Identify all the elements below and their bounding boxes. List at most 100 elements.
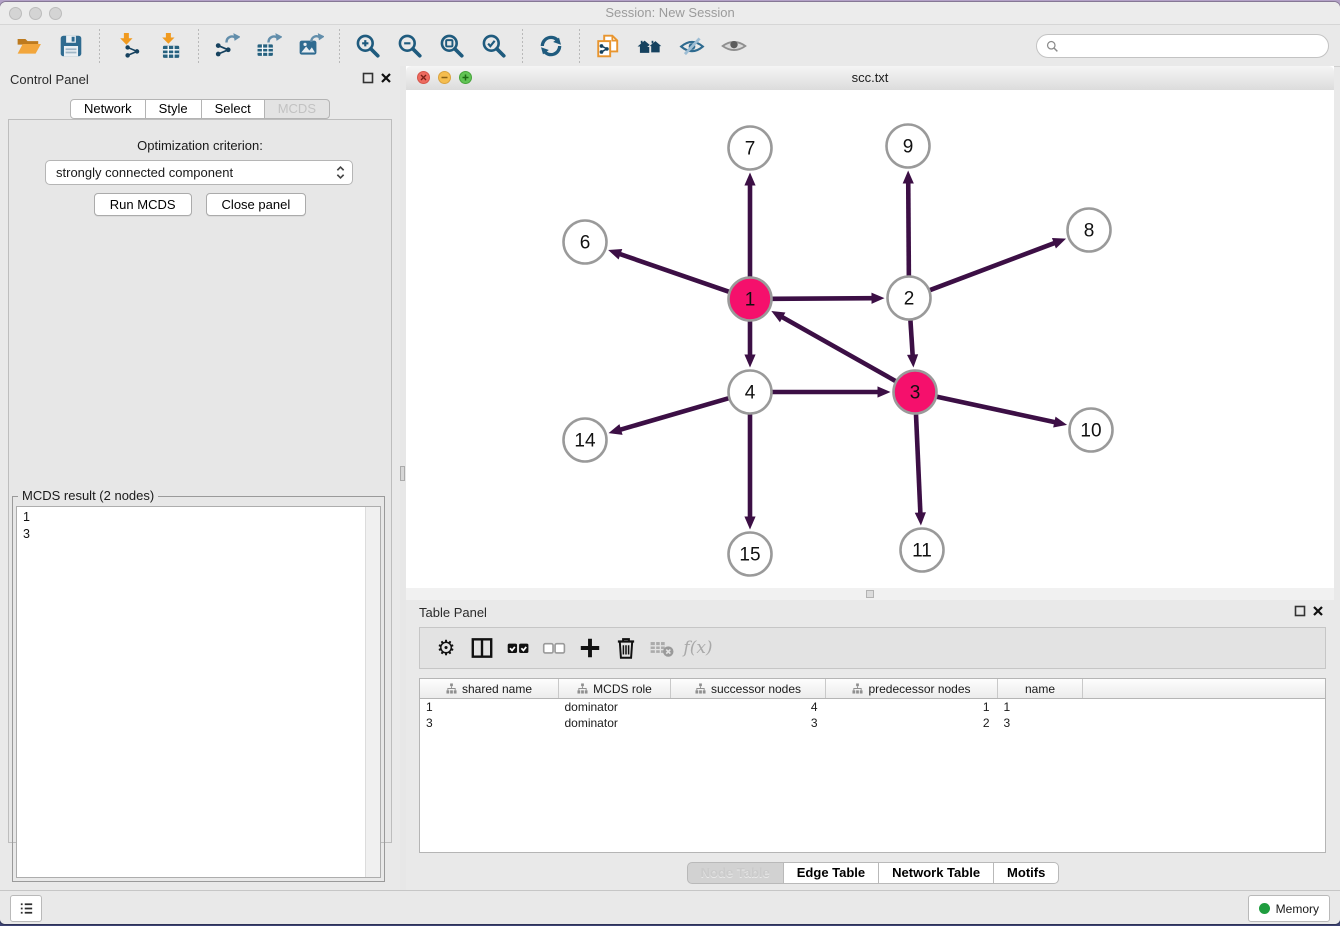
tab-motifs[interactable]: Motifs bbox=[993, 862, 1059, 884]
node-1[interactable]: 1 bbox=[729, 278, 772, 321]
tab-edge-table[interactable]: Edge Table bbox=[783, 862, 879, 884]
node-2[interactable]: 2 bbox=[888, 277, 931, 320]
cell[interactable]: 4 bbox=[671, 699, 826, 716]
svg-text:7: 7 bbox=[745, 139, 756, 160]
delete-table-button[interactable] bbox=[608, 631, 644, 665]
zoom-selected-icon bbox=[481, 33, 507, 59]
node-3[interactable]: 3 bbox=[894, 371, 937, 414]
arrowhead-icon bbox=[915, 512, 926, 525]
mcds-result-textarea[interactable]: 13 bbox=[16, 506, 381, 878]
network-canvas[interactable]: 7 9 6 8 1 2 4 3 14 10 15 11 bbox=[406, 90, 1334, 588]
cell[interactable]: 1 bbox=[998, 699, 1083, 716]
cell[interactable]: 3 bbox=[420, 715, 559, 731]
import-network-button[interactable] bbox=[108, 28, 148, 64]
table-settings-button[interactable]: ⚙ bbox=[428, 631, 464, 665]
tab-node-table[interactable]: Node Table bbox=[687, 862, 784, 884]
column-header-MCDS-role[interactable]: MCDS role bbox=[559, 679, 671, 699]
export-image-button[interactable] bbox=[291, 28, 331, 64]
cell[interactable]: 2 bbox=[826, 715, 998, 731]
cell[interactable]: dominator bbox=[559, 699, 671, 716]
column-header-shared-name[interactable]: shared name bbox=[420, 679, 559, 699]
delete-column-button[interactable] bbox=[644, 631, 680, 665]
node-8[interactable]: 8 bbox=[1068, 209, 1111, 252]
export-table-button[interactable] bbox=[249, 28, 289, 64]
cell[interactable]: 1 bbox=[420, 699, 559, 716]
table-close-panel-icon[interactable] bbox=[1312, 605, 1324, 617]
edge-3-11[interactable] bbox=[916, 414, 920, 514]
edge-1-6[interactable] bbox=[619, 254, 729, 292]
edge-2-3[interactable] bbox=[910, 320, 912, 356]
edge-4-14[interactable] bbox=[619, 398, 728, 430]
node-7[interactable]: 7 bbox=[729, 127, 772, 170]
zoom-selected-button[interactable] bbox=[474, 28, 514, 64]
result-scrollbar[interactable] bbox=[365, 507, 380, 877]
show-column-button[interactable] bbox=[464, 631, 500, 665]
node-11[interactable]: 11 bbox=[901, 529, 944, 572]
search-input[interactable] bbox=[1059, 39, 1328, 54]
select-all-columns-button[interactable] bbox=[500, 631, 536, 665]
edge-2-8[interactable] bbox=[930, 243, 1056, 291]
tab-style[interactable]: Style bbox=[145, 99, 202, 119]
close-panel-button[interactable]: Close panel bbox=[206, 193, 307, 216]
cell[interactable]: 3 bbox=[998, 715, 1083, 731]
float-panel-icon[interactable] bbox=[362, 72, 374, 84]
column-header-successor-nodes[interactable]: successor nodes bbox=[671, 679, 826, 699]
run-mcds-button[interactable]: Run MCDS bbox=[94, 193, 192, 216]
deselect-all-columns-button[interactable] bbox=[536, 631, 572, 665]
node-10[interactable]: 10 bbox=[1070, 409, 1113, 452]
node-6[interactable]: 6 bbox=[564, 221, 607, 264]
network-frame-titlebar[interactable]: scc.txt bbox=[406, 66, 1334, 91]
tab-select[interactable]: Select bbox=[201, 99, 265, 119]
tab-network[interactable]: Network bbox=[70, 99, 146, 119]
homes-icon bbox=[637, 33, 663, 59]
search-box[interactable] bbox=[1036, 34, 1329, 58]
canvas-resize-handle[interactable] bbox=[866, 590, 874, 598]
optimization-criterion-dropdown[interactable]: strongly connected component bbox=[45, 160, 353, 185]
table-float-panel-icon[interactable] bbox=[1294, 605, 1306, 617]
network-title: scc.txt bbox=[406, 70, 1334, 85]
node-9[interactable]: 9 bbox=[887, 125, 930, 168]
hide-panels-button[interactable] bbox=[672, 28, 712, 64]
column-header-predecessor-nodes[interactable]: predecessor nodes bbox=[826, 679, 998, 699]
tab-mcds[interactable]: MCDS bbox=[264, 99, 330, 119]
svg-text:15: 15 bbox=[739, 545, 760, 566]
share-network-button[interactable] bbox=[588, 28, 628, 64]
task-history-button[interactable] bbox=[10, 895, 42, 922]
birds-eye-button[interactable] bbox=[714, 28, 754, 64]
table-row[interactable]: 3dominator323 bbox=[420, 715, 1325, 731]
function-builder-button[interactable]: f(x) bbox=[680, 631, 716, 665]
node-15[interactable]: 15 bbox=[729, 533, 772, 576]
zoom-fit-button[interactable] bbox=[432, 28, 472, 64]
tab-network-table[interactable]: Network Table bbox=[878, 862, 994, 884]
node-14[interactable]: 14 bbox=[564, 419, 607, 462]
svg-text:11: 11 bbox=[912, 541, 932, 562]
cell[interactable]: 1 bbox=[826, 699, 998, 716]
status-bar: Memory bbox=[0, 890, 1340, 924]
memory-button[interactable]: Memory bbox=[1248, 895, 1330, 922]
edge-3-10[interactable] bbox=[937, 397, 1056, 423]
memory-status-dot bbox=[1259, 903, 1270, 914]
splitter-handle[interactable] bbox=[400, 466, 405, 481]
network-frame: scc.txt 7 9 6 8 1 2 4 3 14 10 15 11 bbox=[406, 66, 1334, 600]
edge-1-2[interactable] bbox=[772, 298, 873, 299]
import-table-button[interactable] bbox=[150, 28, 190, 64]
add-column-button[interactable] bbox=[572, 631, 608, 665]
close-panel-icon[interactable] bbox=[380, 72, 392, 84]
edge-2-9[interactable] bbox=[908, 181, 909, 275]
zoom-in-button[interactable] bbox=[348, 28, 388, 64]
column-header-name[interactable]: name bbox=[998, 679, 1083, 699]
zoom-out-button[interactable] bbox=[390, 28, 430, 64]
cell[interactable]: dominator bbox=[559, 715, 671, 731]
open-session-button[interactable] bbox=[9, 28, 49, 64]
node-4[interactable]: 4 bbox=[729, 371, 772, 414]
arrowhead-icon bbox=[744, 355, 755, 368]
toolbar-separator bbox=[522, 29, 523, 63]
save-session-button[interactable] bbox=[51, 28, 91, 64]
optimization-criterion-label: Optimization criterion: bbox=[0, 138, 400, 153]
cell[interactable]: 3 bbox=[671, 715, 826, 731]
edge-3-1[interactable] bbox=[781, 316, 895, 381]
apply-layout-button[interactable] bbox=[531, 28, 571, 64]
home-button[interactable] bbox=[630, 28, 670, 64]
export-network-button[interactable] bbox=[207, 28, 247, 64]
table-row[interactable]: 1dominator411 bbox=[420, 699, 1325, 716]
